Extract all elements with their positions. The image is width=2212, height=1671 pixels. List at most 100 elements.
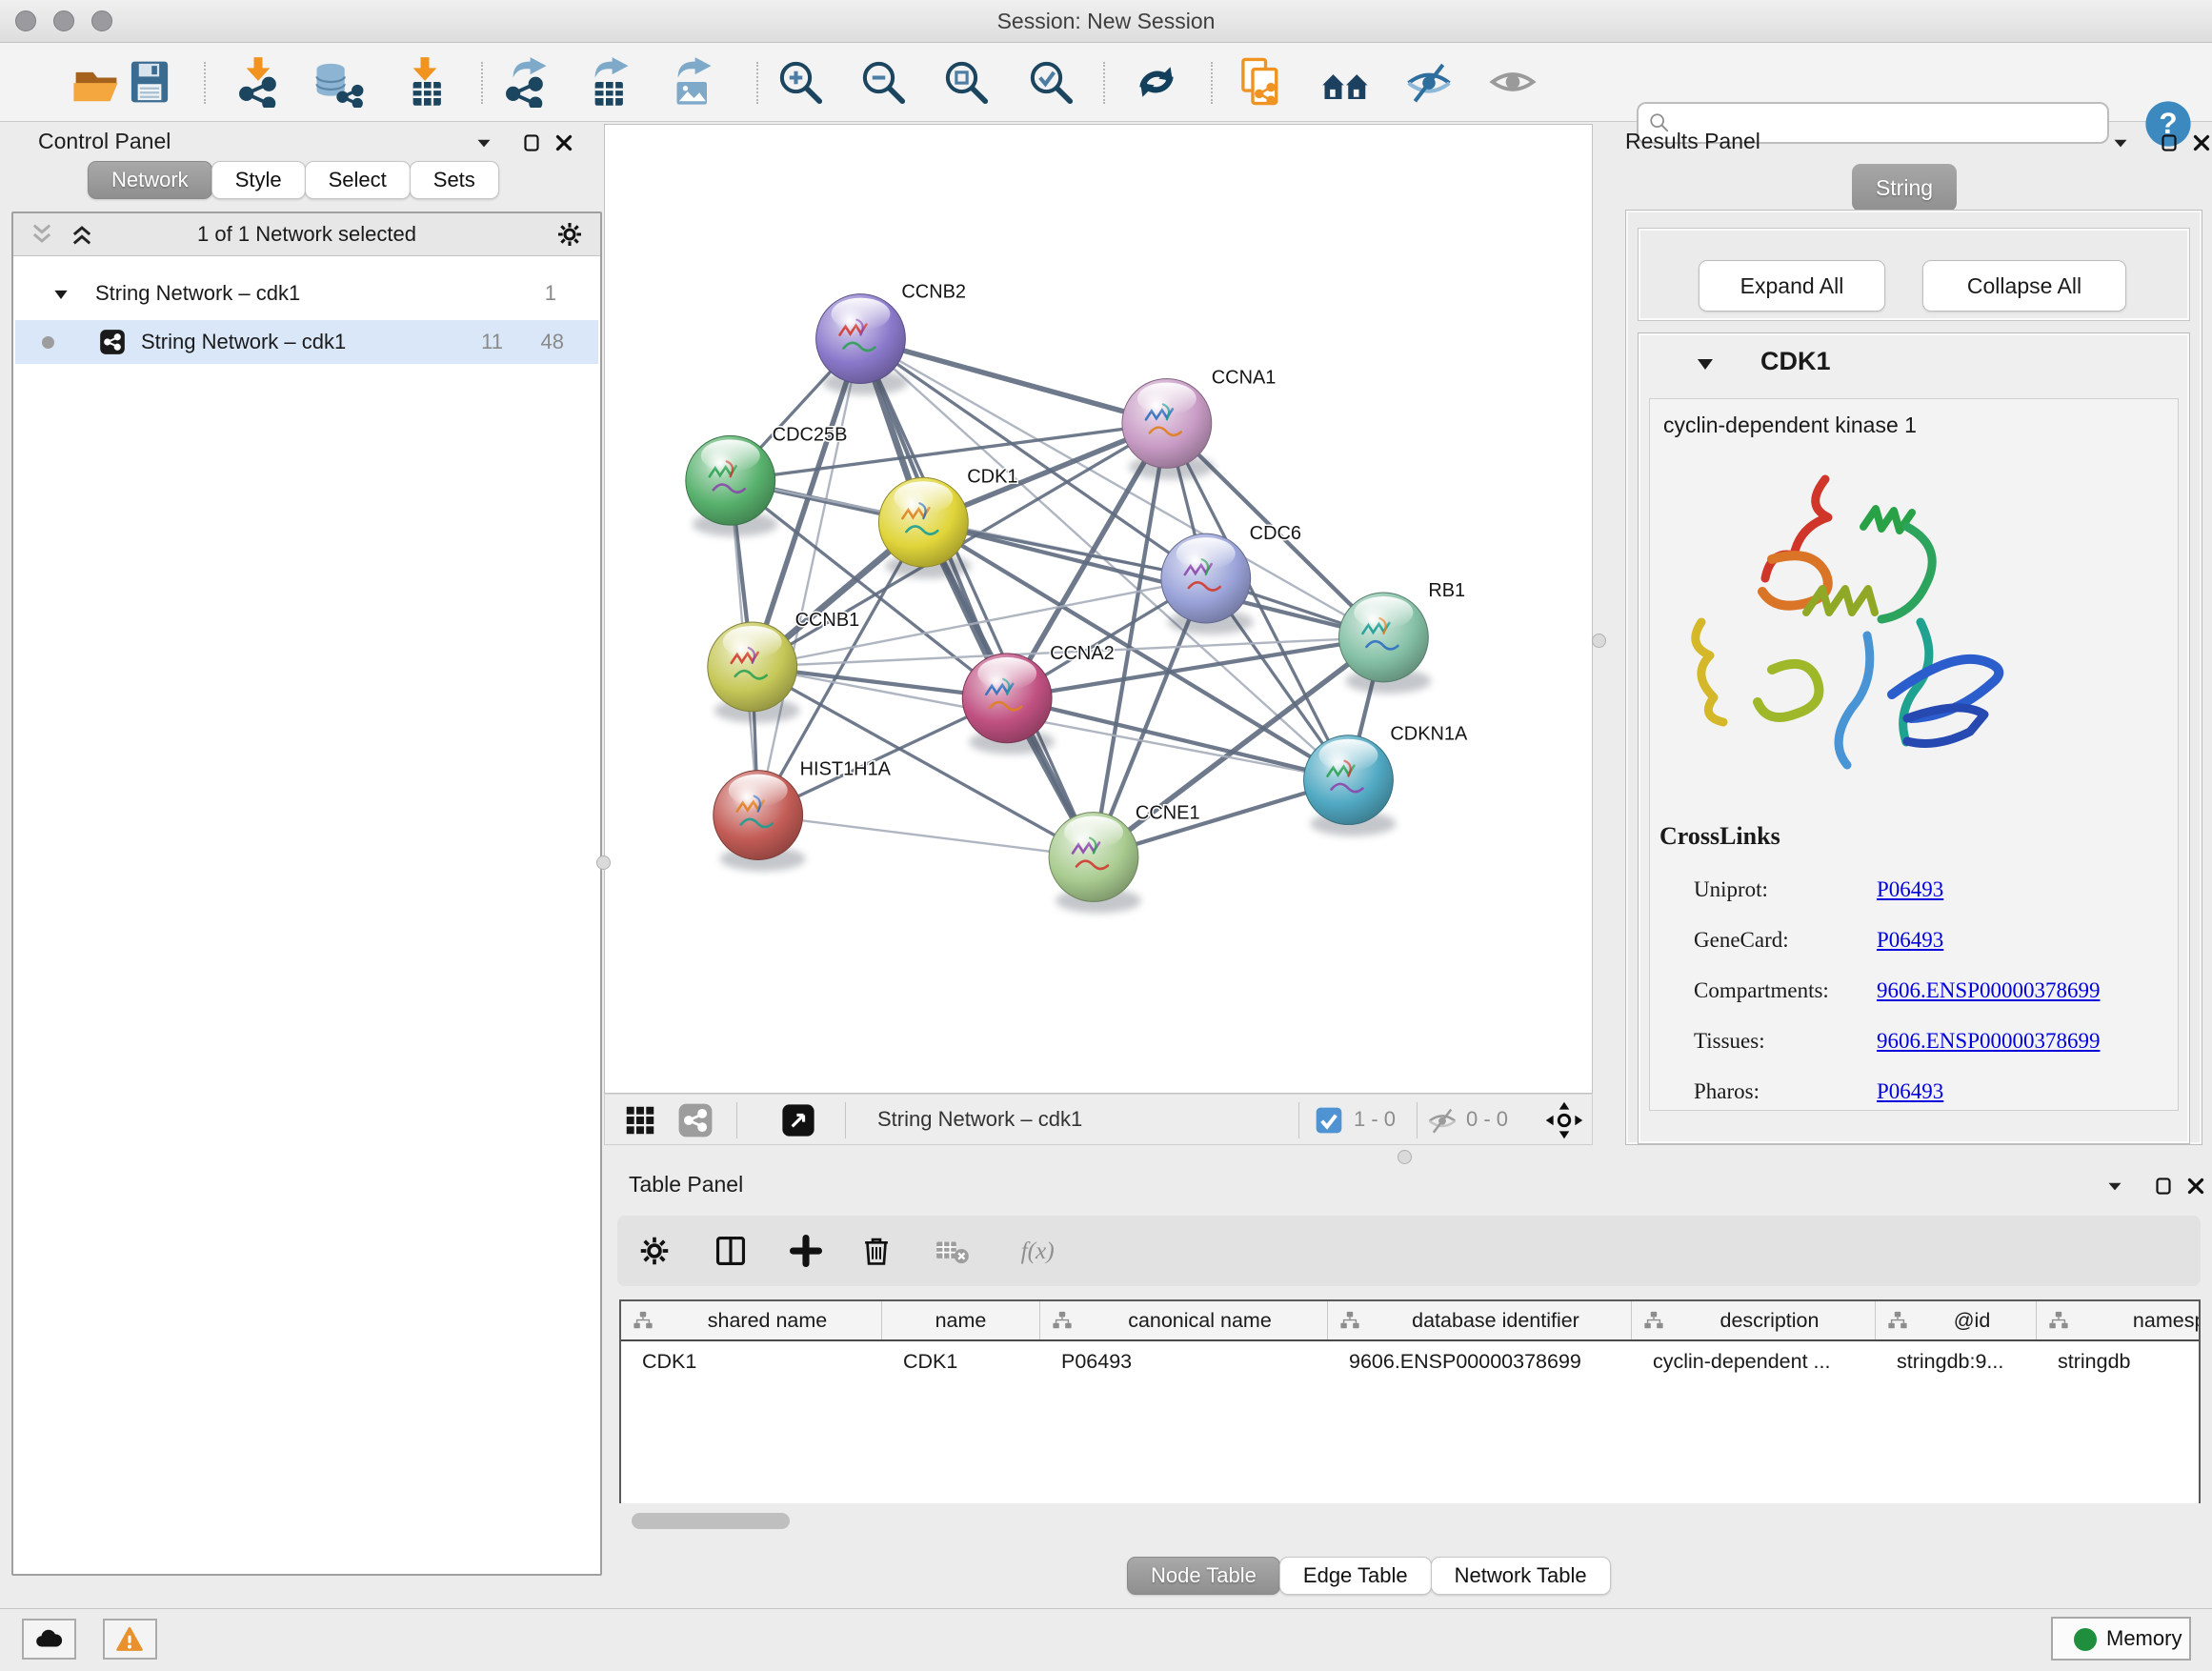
crosslinks-heading: CrossLinks — [1659, 822, 1780, 851]
network-row-selected[interactable]: String Network – cdk1 11 48 — [15, 320, 598, 364]
table-cell[interactable]: P06493 — [1040, 1341, 1328, 1381]
zoom-selected-region-button[interactable] — [1025, 56, 1076, 108]
results-panel-close-icon[interactable] — [2189, 131, 2212, 155]
table-panel-float-icon[interactable] — [2102, 1174, 2127, 1198]
status-bar: Memory — [0, 1608, 2212, 1671]
first-neighbors-button[interactable] — [1320, 56, 1372, 108]
control-panel-close-icon[interactable] — [552, 131, 576, 155]
crosslink-link[interactable]: P06493 — [1877, 874, 1943, 906]
crosslink-link[interactable]: P06493 — [1877, 924, 1943, 956]
function-builder-icon: f(x) — [1003, 1233, 1072, 1269]
tab-node-table[interactable]: Node Table — [1127, 1557, 1280, 1595]
network-options-gear-icon[interactable] — [554, 219, 585, 250]
control-panel-maximize-icon[interactable] — [519, 131, 544, 155]
import-network-button[interactable] — [232, 56, 284, 108]
zoom-in-button[interactable] — [774, 56, 826, 108]
protein-disclosure-icon[interactable] — [1694, 352, 1717, 375]
crosslink-link[interactable]: P06493 — [1877, 1076, 1943, 1108]
table-panel-maximize-icon[interactable] — [2151, 1174, 2176, 1198]
column-header-@id[interactable]: @id — [1876, 1301, 2037, 1339]
table-cell[interactable]: stringdb:9... — [1876, 1341, 2037, 1381]
results-panel-float-icon[interactable] — [2108, 131, 2133, 155]
cloud-button[interactable] — [22, 1619, 76, 1660]
splitter-grip-right[interactable] — [1592, 634, 1606, 648]
table-cell[interactable]: 9606.ENSP00000378699 — [1328, 1341, 1632, 1381]
tab-sets[interactable]: Sets — [410, 161, 499, 199]
toolbar-separator — [1103, 62, 1105, 104]
column-header-label: namespace — [2069, 1309, 2201, 1333]
tab-network-table[interactable]: Network Table — [1431, 1557, 1611, 1595]
control-panel-float-icon[interactable] — [472, 131, 496, 155]
import-table-button[interactable] — [399, 56, 451, 108]
import-network-from-database-button[interactable] — [312, 56, 364, 108]
splitter-grip-left[interactable] — [596, 856, 611, 870]
horizontal-scrollbar[interactable] — [632, 1513, 790, 1529]
collection-count: 1 — [545, 272, 556, 315]
netbar-separator — [1417, 1102, 1418, 1138]
crosslink-label: Compartments: — [1694, 975, 1829, 1007]
table-cell[interactable]: cyclin-dependent ... — [1632, 1341, 1876, 1381]
export-network-button[interactable] — [499, 56, 551, 108]
zoom-out-button[interactable] — [857, 56, 909, 108]
network-name: String Network – cdk1 — [141, 320, 346, 364]
tab-network[interactable]: Network — [88, 161, 212, 199]
tab-style[interactable]: Style — [211, 161, 306, 199]
column-header-database-identifier[interactable]: database identifier — [1328, 1301, 1632, 1339]
network-collection-row[interactable]: String Network – cdk1 1 — [15, 272, 598, 315]
table-panel-close-icon[interactable] — [2183, 1174, 2208, 1198]
delete-column-icon[interactable] — [858, 1233, 895, 1269]
tab-select[interactable]: Select — [305, 161, 411, 199]
netbar-separator — [736, 1102, 737, 1138]
tab-edge-table[interactable]: Edge Table — [1279, 1557, 1432, 1595]
results-buttons-box: Expand All Collapse All — [1638, 228, 2190, 321]
column-header-canonical-name[interactable]: canonical name — [1040, 1301, 1328, 1339]
table-row[interactable]: CDK1CDK1P064939606.ENSP00000378699cyclin… — [621, 1341, 2199, 1381]
open-session-button[interactable] — [70, 56, 122, 108]
column-header-description[interactable]: description — [1632, 1301, 1876, 1339]
column-header-namespace[interactable]: namespace — [2037, 1301, 2201, 1339]
network-canvas[interactable]: CCNB2CCNA1CDC25BCDK1CDC6RB1CCNB1CCNA2CDK… — [604, 124, 1593, 1094]
show-all-button[interactable] — [1487, 56, 1538, 108]
network-graph: CCNB2CCNA1CDC25BCDK1CDC6RB1CCNB1CCNA2CDK… — [605, 125, 1592, 1093]
crosslink-link[interactable]: 9606.ENSP00000378699 — [1877, 975, 2101, 1007]
zoom-fit-content-button[interactable] — [940, 56, 992, 108]
add-column-icon[interactable] — [788, 1233, 824, 1269]
crosslink-label: Uniprot: — [1694, 874, 1768, 906]
warnings-button[interactable] — [103, 1619, 157, 1660]
network-edge-CCNA2-CDKN1A[interactable] — [1007, 698, 1348, 780]
grid-view-icon[interactable] — [622, 1102, 658, 1138]
export-image-button[interactable] — [664, 56, 715, 108]
export-table-button[interactable] — [581, 56, 633, 108]
splitter-grip-bottom[interactable] — [1398, 1150, 1412, 1164]
crosslink-link[interactable]: 9606.ENSP00000378699 — [1877, 1025, 2101, 1057]
collection-disclosure-icon[interactable] — [51, 285, 70, 304]
results-panel-maximize-icon[interactable] — [2157, 131, 2182, 155]
node-gloss — [701, 439, 760, 472]
table-settings-gear-icon[interactable] — [636, 1233, 673, 1269]
table-cell[interactable]: CDK1 — [882, 1341, 1040, 1381]
table-cell[interactable]: CDK1 — [621, 1341, 882, 1381]
hidden-count-eye-icon[interactable] — [1426, 1104, 1458, 1137]
refresh-layout-button[interactable] — [1131, 56, 1182, 108]
network-view-string-icon[interactable] — [677, 1102, 714, 1138]
network-edge-HIST1H1A-CCNE1[interactable] — [758, 815, 1094, 857]
detach-view-icon[interactable] — [780, 1102, 816, 1138]
table-cell[interactable]: stringdb — [2037, 1341, 2201, 1381]
selected-count-checkbox-icon[interactable] — [1314, 1105, 1344, 1136]
hide-selected-button[interactable] — [1403, 56, 1455, 108]
column-header-shared-name[interactable]: shared name — [621, 1301, 882, 1339]
clone-network-button[interactable] — [1236, 56, 1287, 108]
expand-all-button[interactable]: Expand All — [1699, 260, 1885, 312]
results-panel-title: Results Panel — [1625, 129, 1760, 154]
memory-button[interactable]: Memory — [2051, 1617, 2191, 1661]
save-session-button[interactable] — [124, 56, 175, 108]
birds-eye-view-icon[interactable] — [1544, 1100, 1584, 1140]
title-bar: Session: New Session — [0, 0, 2212, 43]
column-header-name[interactable]: name — [882, 1301, 1040, 1339]
tab-string[interactable]: String — [1852, 164, 1957, 211]
node-label-CCNB1: CCNB1 — [795, 610, 860, 631]
show-columns-icon[interactable] — [713, 1233, 749, 1269]
network-edge-CCNB2-CCNE1[interactable] — [860, 339, 1094, 857]
network-edge-CCNB2-HIST1H1A[interactable] — [758, 339, 861, 815]
collapse-all-button[interactable]: Collapse All — [1922, 260, 2126, 312]
